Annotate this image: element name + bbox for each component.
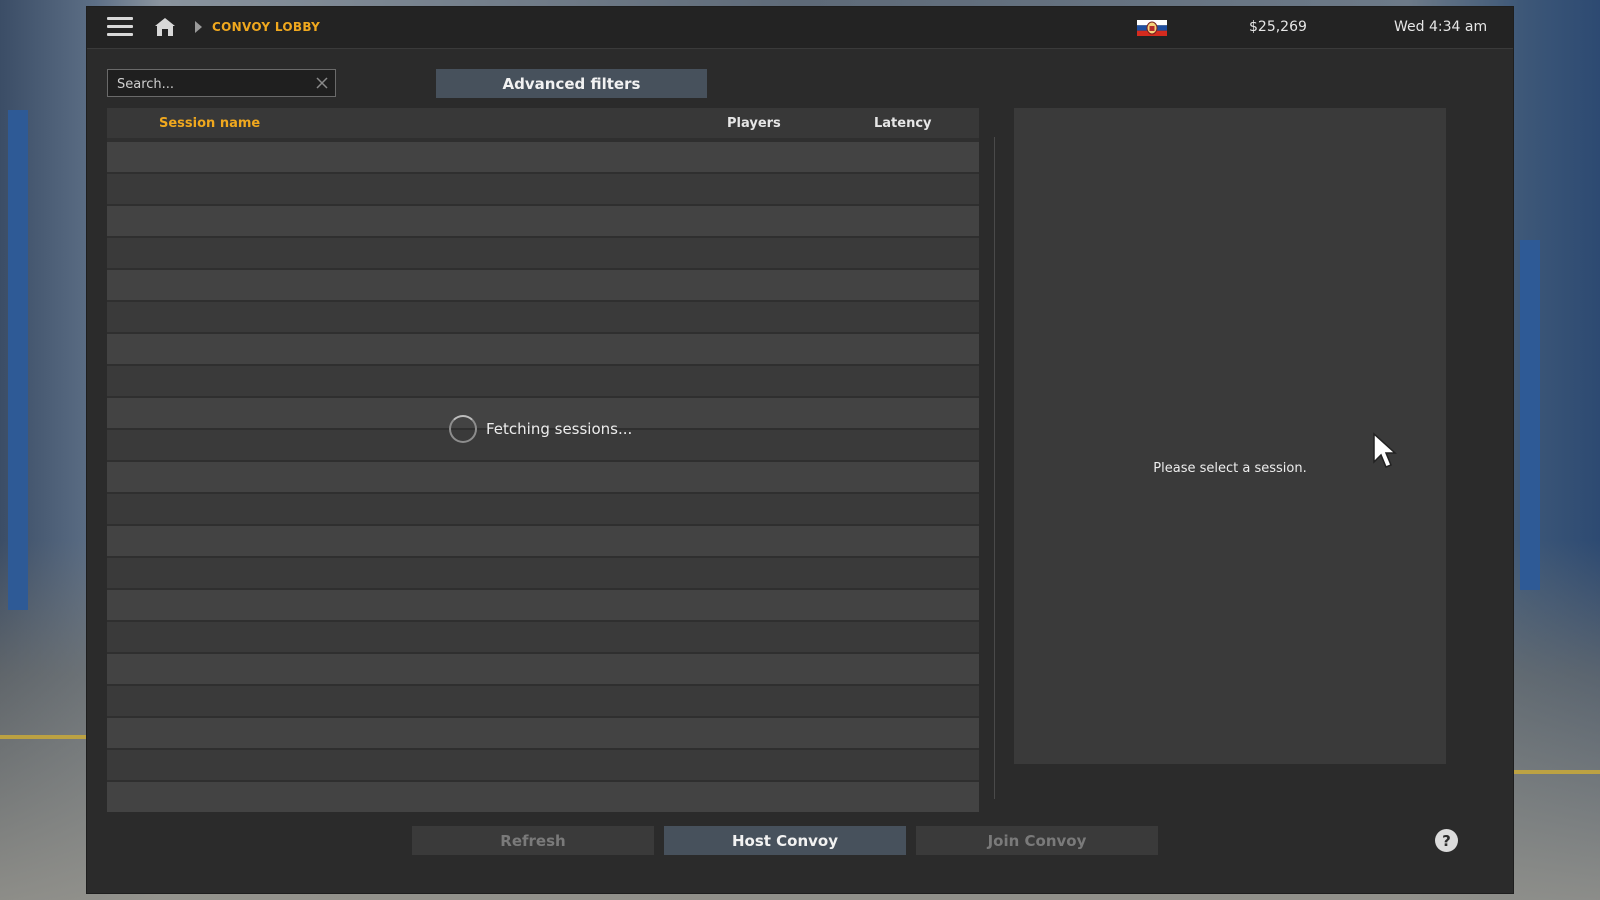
money-balance: $25,269 (1249, 19, 1307, 35)
table-row (107, 750, 979, 780)
background-beam-left (8, 110, 28, 610)
table-row (107, 686, 979, 716)
table-row (107, 238, 979, 268)
table-row (107, 526, 979, 556)
table-row (107, 302, 979, 332)
top-bar: CONVOY LOBBY $25,269 Wed 4:34 am (87, 7, 1513, 49)
panel-divider (994, 137, 995, 799)
table-row (107, 270, 979, 300)
refresh-button[interactable]: Refresh (412, 826, 654, 855)
column-header-players[interactable]: Players (727, 116, 781, 131)
host-convoy-button[interactable]: Host Convoy (664, 826, 906, 855)
home-icon[interactable] (154, 17, 176, 37)
hamburger-menu-icon[interactable] (107, 17, 133, 37)
table-row (107, 590, 979, 620)
clear-search-icon[interactable] (315, 76, 329, 90)
game-clock: Wed 4:34 am (1394, 19, 1488, 35)
search-input[interactable] (108, 70, 309, 98)
search-box (107, 69, 336, 98)
table-row (107, 174, 979, 204)
background-floor-line (1513, 770, 1600, 774)
table-row (107, 142, 979, 172)
table-row (107, 654, 979, 684)
advanced-filters-button[interactable]: Advanced filters (436, 69, 707, 98)
table-row (107, 718, 979, 748)
table-row (107, 462, 979, 492)
convoy-lobby-window: CONVOY LOBBY $25,269 Wed 4:34 am Advance… (87, 7, 1513, 893)
mouse-cursor-icon (1373, 432, 1397, 468)
table-row (107, 206, 979, 236)
table-row (107, 558, 979, 588)
spinner-icon (449, 415, 477, 443)
table-row (107, 494, 979, 524)
table-header: Session name Players Latency (107, 108, 979, 138)
table-row (107, 622, 979, 652)
help-icon[interactable]: ? (1435, 829, 1458, 852)
table-row (107, 782, 979, 812)
loading-indicator: Fetching sessions... (449, 415, 632, 443)
session-rows (107, 142, 979, 814)
background-beam-right (1520, 240, 1540, 590)
join-convoy-button[interactable]: Join Convoy (916, 826, 1158, 855)
table-row (107, 334, 979, 364)
column-header-session-name[interactable]: Session name (159, 116, 260, 131)
table-row (107, 366, 979, 396)
loading-text: Fetching sessions... (486, 420, 633, 438)
breadcrumb: CONVOY LOBBY (212, 20, 321, 34)
flag-icon (1137, 20, 1167, 36)
session-table: Session name Players Latency Fetching se… (107, 108, 979, 812)
background-floor-line (0, 735, 87, 739)
breadcrumb-chevron-icon (195, 21, 202, 33)
column-header-latency[interactable]: Latency (874, 116, 932, 131)
